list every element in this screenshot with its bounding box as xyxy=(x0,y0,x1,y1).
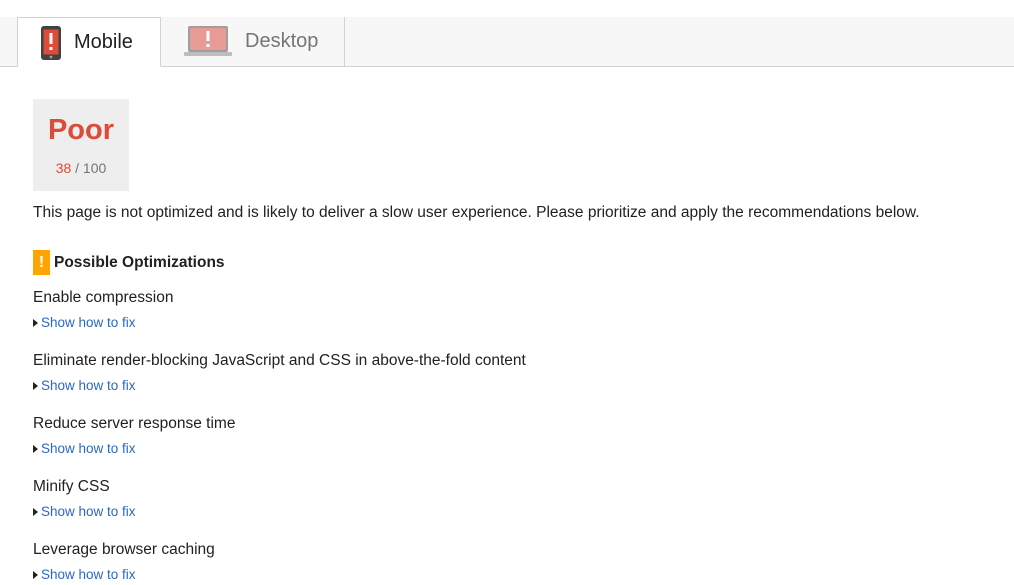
show-how-to-fix-link[interactable]: Show how to fix xyxy=(33,315,173,330)
optimization-title: Leverage browser caching xyxy=(33,541,215,558)
show-how-to-fix-link[interactable]: Show how to fix xyxy=(33,441,235,456)
show-how-to-fix-label: Show how to fix xyxy=(41,315,136,330)
optimization-item: Leverage browser caching Show how to fix xyxy=(33,541,215,582)
expand-arrow-icon xyxy=(33,508,38,516)
laptop-warning-icon xyxy=(184,26,232,63)
phone-warning-icon xyxy=(41,26,61,65)
show-how-to-fix-link[interactable]: Show how to fix xyxy=(33,378,526,393)
expand-arrow-icon xyxy=(33,382,38,390)
optimization-title: Minify CSS xyxy=(33,478,110,495)
show-how-to-fix-label: Show how to fix xyxy=(41,378,136,393)
section-title: Possible Optimizations xyxy=(54,253,225,271)
optimization-item: Minify CSS Show how to fix xyxy=(33,478,136,519)
score-max: / 100 xyxy=(75,160,107,176)
tab-desktop[interactable]: Desktop xyxy=(161,17,345,66)
show-how-to-fix-link[interactable]: Show how to fix xyxy=(33,567,215,582)
expand-arrow-icon xyxy=(33,445,38,453)
optimization-item: Reduce server response time Show how to … xyxy=(33,415,235,456)
expand-arrow-icon xyxy=(33,319,38,327)
tab-mobile-label: Mobile xyxy=(74,31,133,53)
section-header: ! Possible Optimizations xyxy=(33,250,225,275)
optimization-title: Reduce server response time xyxy=(33,415,236,432)
tab-mobile[interactable]: Mobile xyxy=(17,17,161,67)
show-how-to-fix-label: Show how to fix xyxy=(41,441,136,456)
score-value: 38 / 100 xyxy=(33,160,129,176)
show-how-to-fix-link[interactable]: Show how to fix xyxy=(33,504,136,519)
show-how-to-fix-label: Show how to fix xyxy=(41,504,136,519)
optimization-item: Enable compression Show how to fix xyxy=(33,289,173,330)
score-rating: Poor xyxy=(47,114,115,146)
tab-desktop-label: Desktop xyxy=(245,30,319,52)
expand-arrow-icon xyxy=(33,571,38,579)
score-number: 38 xyxy=(55,160,72,176)
optimization-title: Eliminate render-blocking JavaScript and… xyxy=(33,352,526,369)
show-how-to-fix-label: Show how to fix xyxy=(41,567,136,582)
optimization-item: Eliminate render-blocking JavaScript and… xyxy=(33,352,526,393)
tab-bar: Mobile Desktop xyxy=(0,17,1014,67)
score-badge: Poor 38 / 100 xyxy=(33,99,129,191)
optimization-title: Enable compression xyxy=(33,289,174,306)
summary-text: This page is not optimized and is likely… xyxy=(33,204,920,221)
warning-icon: ! xyxy=(33,250,50,275)
